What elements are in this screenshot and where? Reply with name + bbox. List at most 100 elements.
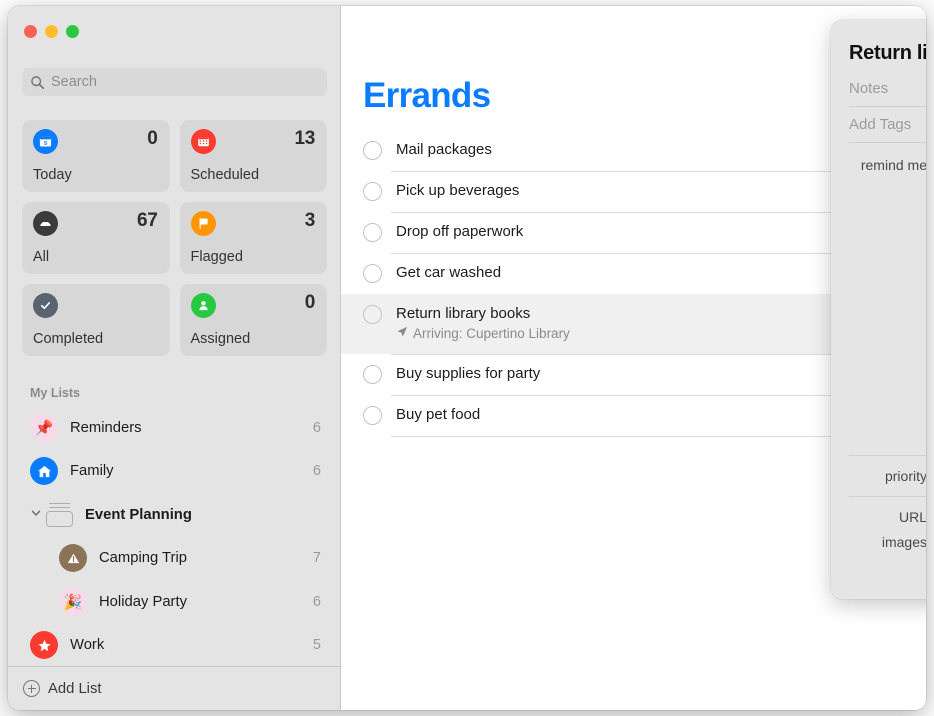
plus-circle-icon — [23, 680, 40, 697]
all-label: All — [33, 249, 50, 265]
proximity-row: Arriving Leaving — [849, 234, 926, 251]
chevron-down-icon[interactable] — [30, 507, 43, 522]
smart-list-today[interactable]: 5 0 Today — [22, 120, 170, 192]
add-list-label: Add List — [48, 680, 102, 697]
folder-group-icon — [46, 502, 73, 527]
minimize-button[interactable] — [45, 25, 58, 38]
calendar-day-icon: 5 — [33, 129, 58, 154]
checkmark-icon — [33, 293, 58, 318]
list-count: 6 — [312, 593, 321, 610]
tent-icon — [59, 544, 87, 573]
flagged-label: Flagged — [190, 249, 243, 265]
reminder-checkbox[interactable] — [363, 406, 382, 425]
close-button[interactable] — [24, 25, 37, 38]
sidebar-item-work[interactable]: Work 5 — [14, 624, 335, 668]
at-a-location-row[interactable]: At a Location — [849, 188, 926, 205]
images-label: images — [881, 533, 926, 550]
group-label: Event Planning — [85, 506, 192, 523]
location-arrow-icon — [396, 324, 408, 343]
completed-label: Completed — [33, 331, 104, 347]
reminder-checkbox[interactable] — [363, 305, 382, 324]
list-label: Work — [70, 637, 105, 654]
reminder-title: Get car washed — [396, 264, 502, 281]
smart-list-completed[interactable]: Completed — [22, 284, 170, 356]
flag-icon — [190, 211, 216, 236]
party-popper-icon: 🎉 — [59, 587, 87, 616]
reminder-subtitle-row: Arriving: Cupertino Library — [396, 324, 570, 343]
notes-input[interactable] — [849, 80, 926, 97]
list-count: 6 — [312, 419, 321, 436]
zoom-button[interactable] — [66, 25, 79, 38]
sidebar-group-event-planning[interactable]: Event Planning — [14, 493, 335, 537]
reminder-title: Buy supplies for party — [396, 365, 541, 382]
tags-field[interactable] — [849, 107, 926, 143]
sidebar-item-camping-trip[interactable]: Camping Trip 7 — [14, 537, 335, 581]
popover-title: Return library books — [849, 42, 926, 64]
reminder-title: Mail packages — [396, 141, 492, 158]
priority-row[interactable]: priority None — [849, 456, 926, 496]
reminder-title: Pick up beverages — [396, 182, 520, 199]
on-a-day-row[interactable]: remind me On a Day — [849, 156, 926, 173]
reminder-checkbox[interactable] — [363, 223, 382, 242]
smart-list-flagged[interactable]: 3 Flagged — [179, 202, 327, 274]
reminder-checkbox[interactable] — [363, 264, 382, 283]
list-label: Camping Trip — [99, 550, 187, 567]
page-title: Errands — [363, 76, 491, 115]
reminder-detail-popover: Return library books remind me — [831, 20, 926, 599]
search-field[interactable] — [22, 68, 327, 96]
my-lists: 📌 Reminders 6 Family 6 Event Planning Ca… — [14, 406, 335, 676]
list-label: Holiday Party — [99, 593, 187, 610]
smart-lists-grid: 5 0 Today 13 Scheduled 67 All 3 Flagged … — [22, 120, 327, 356]
assigned-label: Assigned — [190, 331, 251, 347]
traffic-lights — [24, 25, 79, 38]
remind-me-label: remind me — [860, 156, 926, 173]
sidebar: 5 0 Today — [8, 6, 341, 710]
sidebar-item-family[interactable]: Family 6 — [14, 450, 335, 494]
scheduled-count: 13 — [294, 128, 315, 149]
star-icon — [30, 631, 58, 660]
search-input[interactable] — [51, 74, 319, 90]
tags-input[interactable] — [849, 116, 926, 133]
reminder-checkbox[interactable] — [363, 141, 382, 160]
list-count: 7 — [312, 550, 321, 567]
remind-me-block: remind me On a Day At a Location Cuperti… — [849, 143, 926, 442]
location-value-row[interactable]: Cupertino Library — [849, 207, 926, 223]
reminder-title: Return library books — [396, 305, 531, 322]
smart-list-assigned[interactable]: 0 Assigned — [179, 284, 327, 356]
sidebar-item-holiday-party[interactable]: 🎉 Holiday Party 6 — [14, 580, 335, 624]
pushpin-icon: 📌 — [30, 413, 58, 442]
add-list-button[interactable]: Add List — [8, 666, 340, 710]
url-row[interactable]: URL None — [849, 497, 926, 525]
images-row[interactable]: images Add Image... — [849, 525, 926, 550]
search-icon — [31, 75, 45, 89]
main-content: Errands 7 Mail packages Pick up beverage… — [341, 6, 926, 710]
reminder-title: Buy pet food — [396, 406, 481, 423]
notes-field[interactable] — [849, 71, 926, 107]
smart-list-scheduled[interactable]: 13 Scheduled — [179, 120, 327, 192]
map-row: RISE DR S DE ANZA BLVD RODRIGUES AVE ANE… — [849, 262, 926, 412]
reminder-checkbox[interactable] — [363, 182, 382, 201]
url-label: URL — [898, 508, 926, 525]
scheduled-label: Scheduled — [190, 167, 260, 183]
flagged-count: 3 — [304, 210, 316, 231]
house-icon — [30, 457, 58, 486]
svg-text:5: 5 — [44, 141, 47, 147]
priority-label: priority — [884, 467, 926, 484]
calendar-icon — [190, 129, 216, 154]
popover-header: Return library books — [849, 20, 926, 67]
list-count: 6 — [312, 463, 321, 480]
reminder-subtitle: Arriving: Cupertino Library — [413, 326, 570, 341]
my-lists-header: My Lists — [30, 386, 81, 400]
list-label: Reminders — [70, 419, 142, 436]
all-count: 67 — [136, 210, 158, 231]
when-messaging-row[interactable]: When Messaging a Person — [849, 425, 926, 442]
list-count: 5 — [312, 637, 321, 654]
smart-list-all[interactable]: 67 All — [22, 202, 170, 274]
today-label: Today — [33, 167, 72, 183]
reminder-title: Drop off paperwork — [396, 223, 524, 240]
assigned-count: 0 — [304, 292, 316, 313]
reminder-checkbox[interactable] — [363, 365, 382, 384]
inbox-tray-icon — [33, 211, 58, 236]
list-label: Family — [70, 463, 114, 480]
sidebar-item-reminders[interactable]: 📌 Reminders 6 — [14, 406, 335, 450]
